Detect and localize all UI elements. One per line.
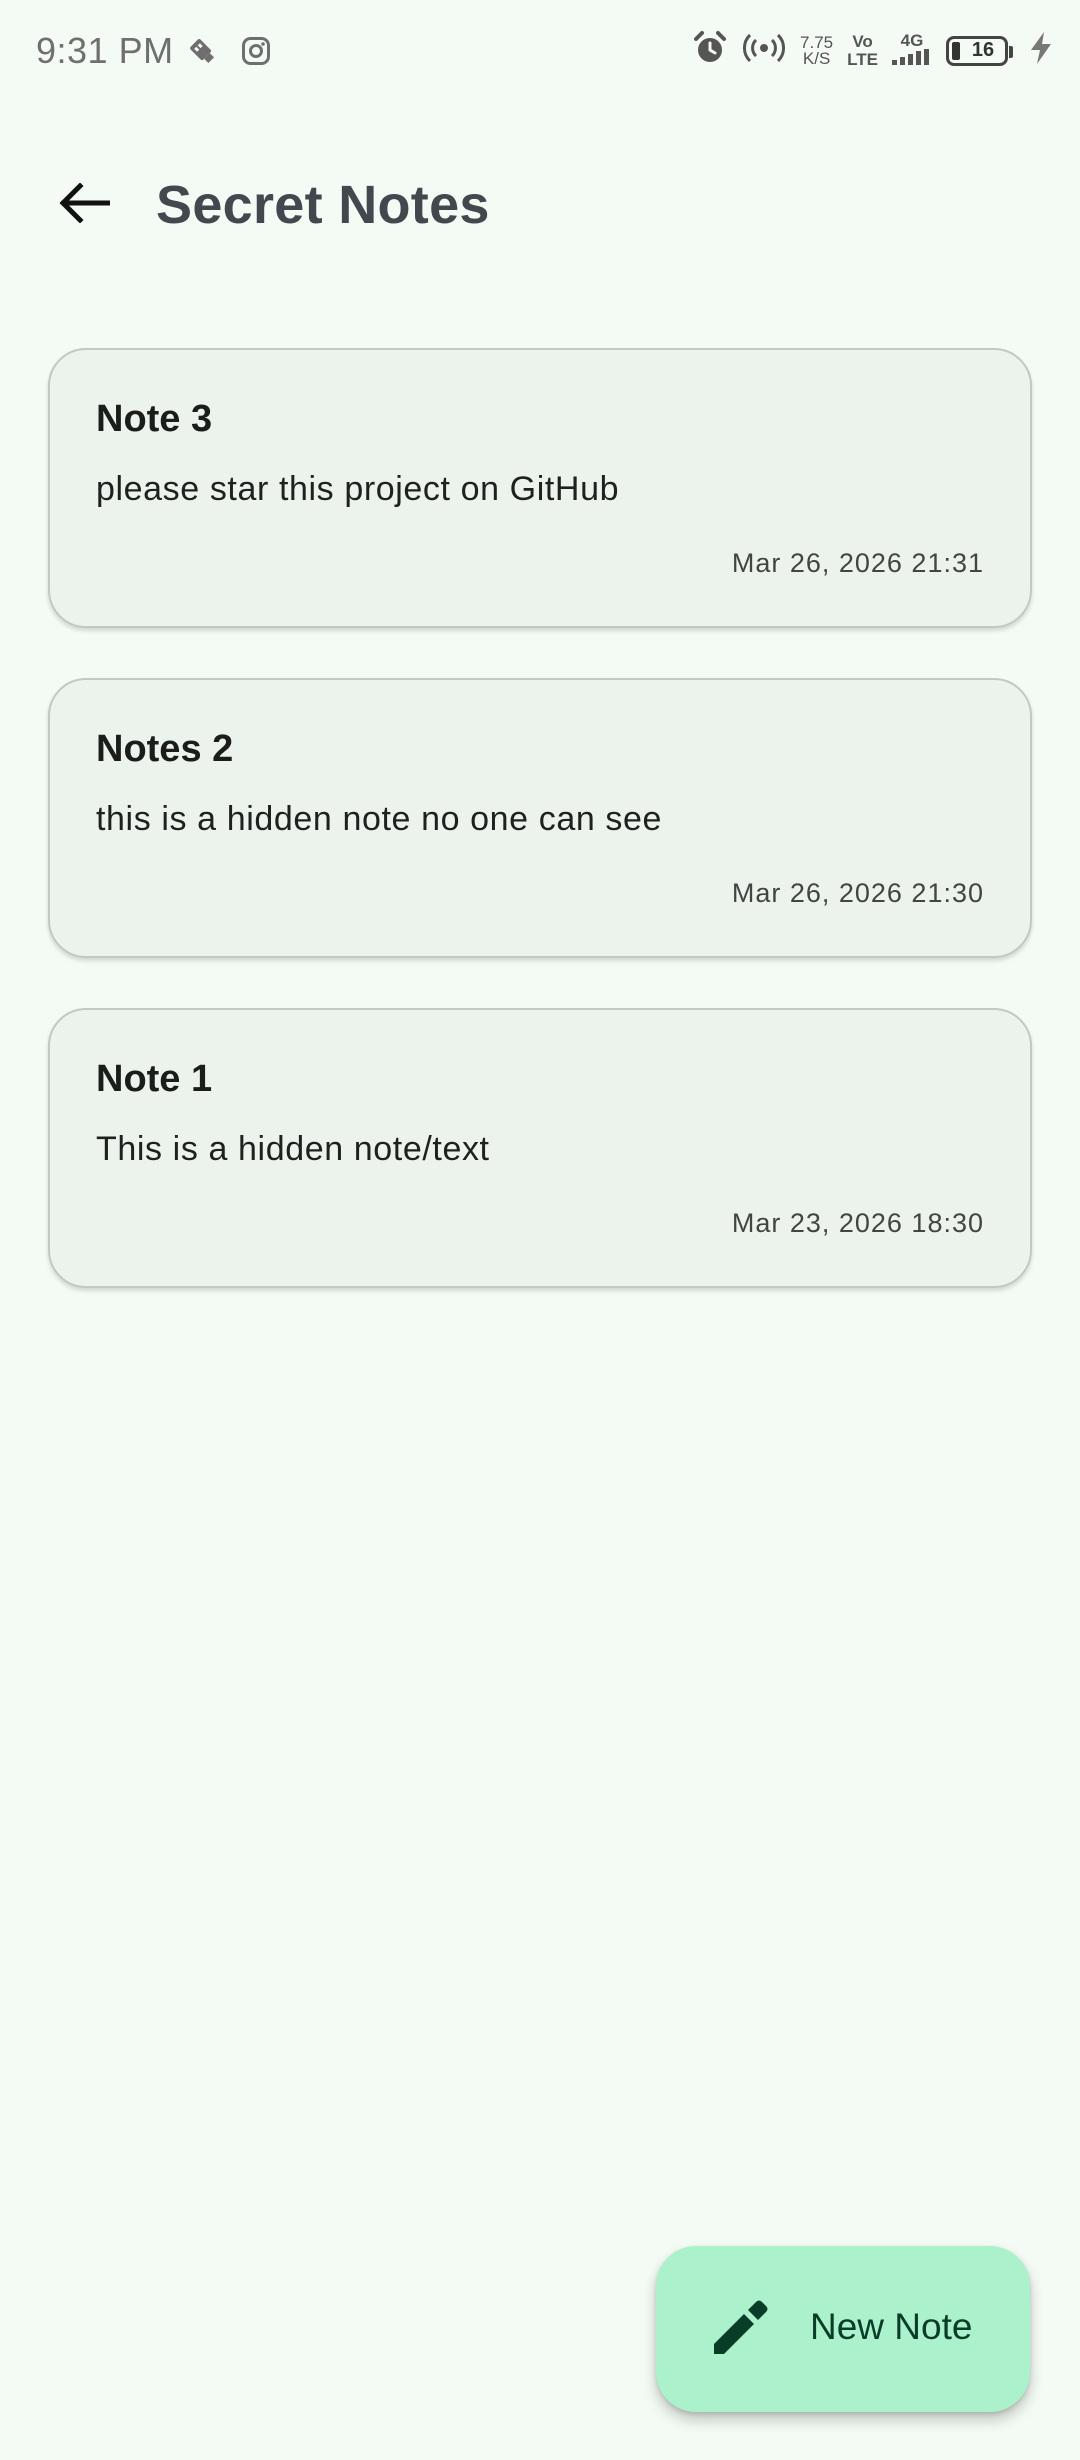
usb-debug-icon [185,34,219,73]
note-date: Mar 26, 2026 21:30 [731,878,984,908]
battery-icon: 16 [946,35,1013,66]
hotspot-icon [742,31,786,70]
battery-fill [952,41,960,60]
new-note-label: New Note [810,2306,973,2347]
volte-top: Vo [852,31,873,51]
arrow-back-icon [58,181,111,228]
charging-icon [1028,31,1054,70]
note-date: Mar 23, 2026 18:30 [731,1208,984,1238]
network-speed-unit: K/S [802,48,831,68]
instagram-icon [241,36,271,71]
note-body: please star this project on GitHub [96,470,620,508]
top-app-bar: Secret Notes [0,140,1080,270]
status-bar: 9:31 PM 7.75 K/S Vo LTE 4G 16 [0,0,1080,110]
network-type: 4G [900,31,924,50]
alarm-icon [692,30,728,71]
note-title: Note 3 [96,398,213,440]
back-button[interactable] [36,162,132,248]
volte-indicator: Vo LTE [847,31,878,69]
signal-group: 4G [892,31,932,68]
page-title: Secret Notes [156,175,490,235]
network-speed: 7.75 K/S [800,34,833,68]
status-system-icons: 7.75 K/S Vo LTE 4G 16 [692,30,1054,71]
note-card[interactable]: Note 3 please star this project on GitHu… [48,348,1032,628]
volte-bottom: LTE [847,49,878,69]
note-date: Mar 26, 2026 21:31 [731,548,984,578]
battery-level: 16 [971,39,995,61]
signal-icon [892,49,932,68]
note-body: This is a hidden note/text [96,1130,490,1168]
note-title: Note 1 [96,1058,213,1100]
note-card[interactable]: Note 1 This is a hidden note/text Mar 23… [48,1008,1032,1288]
note-card[interactable]: Notes 2 this is a hidden note no one can… [48,678,1032,958]
note-title: Notes 2 [96,728,234,770]
note-body: this is a hidden note no one can see [96,800,662,838]
status-notification-icons [185,34,271,73]
status-time: 9:31 PM [36,30,174,71]
new-note-button[interactable]: New Note [656,2246,1030,2412]
notes-list: Note 3 please star this project on GitHu… [48,348,1032,1338]
pencil-icon [708,2298,770,2360]
